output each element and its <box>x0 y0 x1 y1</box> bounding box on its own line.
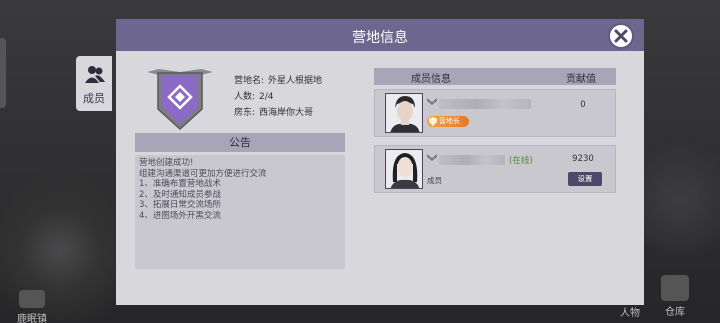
notice-line: 3、拓展日常交流场所 <box>139 200 221 210</box>
scene-storage-button[interactable]: 仓库 <box>655 275 695 318</box>
scene-town-button[interactable]: 鹿眠镇 <box>14 290 50 323</box>
people-icon <box>85 66 105 83</box>
member-role: 营地长 <box>439 117 460 125</box>
camp-owner-value: 西海岸你大哥 <box>259 108 314 118</box>
member-avatar <box>385 93 423 133</box>
storage-icon <box>661 275 689 301</box>
camp-emblem-icon <box>147 69 213 131</box>
member-avatar <box>385 149 423 189</box>
tab-members[interactable]: 成员 <box>76 56 112 111</box>
notice-header: 公告 <box>135 133 345 152</box>
camp-count-row: 人数: 2/4 <box>234 89 274 102</box>
notice-line: 营地创建成功! <box>139 158 194 168</box>
members-header: 成员信息 贡献值 <box>374 68 616 85</box>
notice-line: 1、准确布置营地战术 <box>139 179 221 189</box>
camp-owner-row: 房东: 西海岸你大哥 <box>234 105 313 118</box>
scene-town-label: 鹿眠镇 <box>17 314 47 323</box>
rank-chevron-icon <box>427 154 437 161</box>
dialog-title-bar: 营地信息 <box>116 19 644 51</box>
camp-count-label: 人数: <box>234 92 256 102</box>
scene-storage-label: 仓库 <box>665 307 685 318</box>
member-card[interactable]: 营地长 0 <box>374 89 616 137</box>
member-online-status: (在线) <box>509 156 533 166</box>
shield-icon <box>429 117 437 126</box>
town-icon <box>19 290 45 308</box>
members-header-name: 成员信息 <box>411 74 451 85</box>
member-settings-button[interactable]: 设置 <box>568 172 602 186</box>
close-button[interactable] <box>608 23 634 49</box>
scene-character-label: 人物 <box>620 308 640 319</box>
camp-name-row: 营地名: 外星人根据地 <box>234 73 322 86</box>
leader-badge: 营地长 <box>427 116 469 127</box>
notice-line: 4、进图场外开黑交流 <box>139 210 221 221</box>
camp-name-value: 外星人根据地 <box>268 76 323 86</box>
close-icon <box>614 29 628 43</box>
member-contribution: 9230 <box>572 154 594 164</box>
rank-chevron-icon <box>427 98 437 105</box>
tab-members-label: 成员 <box>83 92 105 105</box>
camp-owner-label: 房东: <box>234 108 256 118</box>
scene-side-handle <box>0 38 6 108</box>
camp-count-value: 2/4 <box>259 92 274 102</box>
member-card[interactable]: (在线) 成员 9230 设置 <box>374 145 616 193</box>
dialog-title: 营地信息 <box>352 30 408 46</box>
camp-info-dialog: 营地信息 营地名: 外星人根据地 人数: 2/4 房东: 西海岸你大哥 公告 营地创建… <box>116 19 644 305</box>
members-header-contribution: 贡献值 <box>566 74 596 85</box>
notice-line: 2、及时通知成员参战 <box>139 189 221 200</box>
member-name-blurred <box>439 99 531 109</box>
member-role: 成员 <box>427 176 442 185</box>
notice-body: 营地创建成功! 组建沟通渠道可更加方便进行交流 1、准确布置营地战术 2、及时通… <box>135 155 345 269</box>
camp-name-label: 营地名: <box>234 76 265 86</box>
notice-line: 组建沟通渠道可更加方便进行交流 <box>139 168 267 179</box>
member-contribution: 0 <box>580 100 586 110</box>
member-name-blurred <box>439 155 505 165</box>
